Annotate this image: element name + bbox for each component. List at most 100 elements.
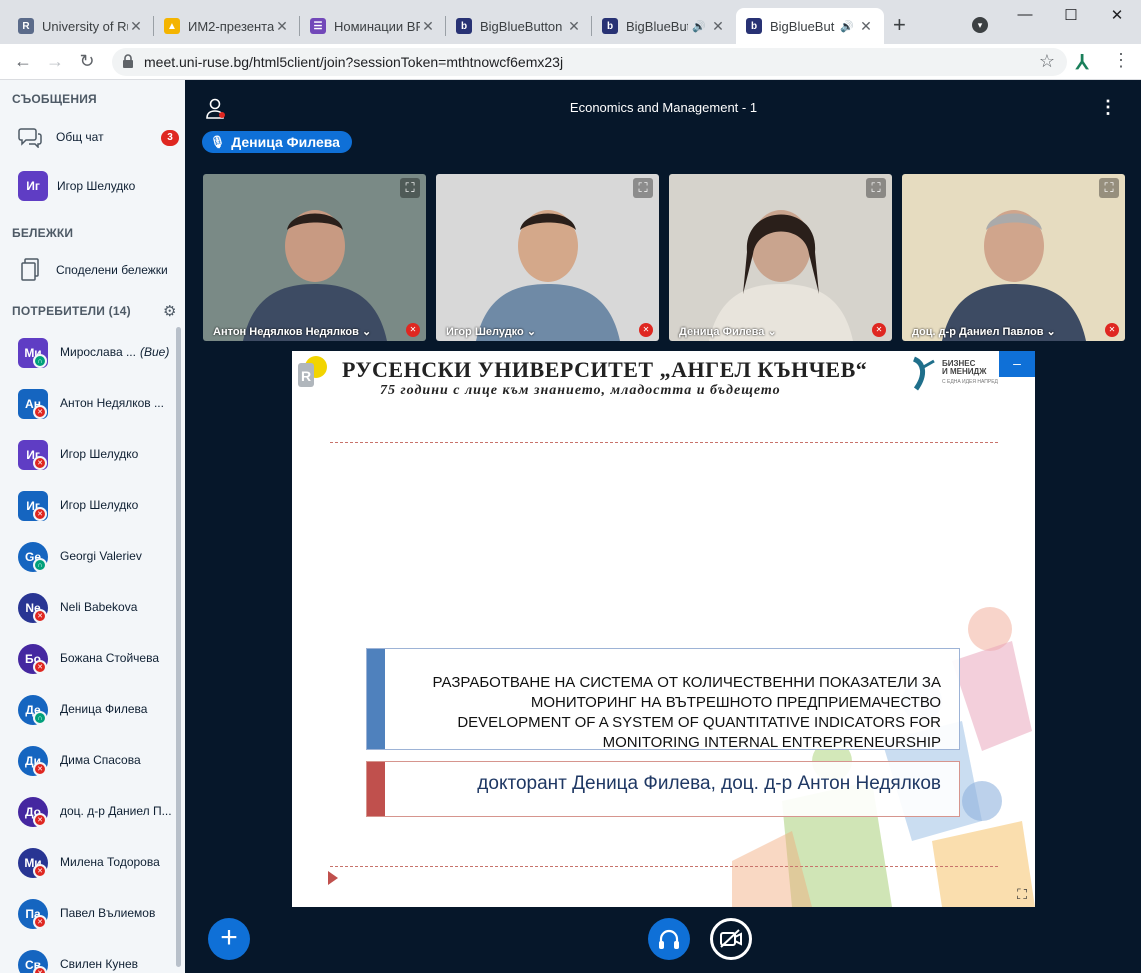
user-list-item[interactable]: Ди ✕ Дима Спасова <box>0 736 180 787</box>
forward-icon[interactable]: → <box>44 51 66 72</box>
speaker-icon[interactable]: 🔊 <box>692 20 706 33</box>
camera-off-icon <box>720 929 742 948</box>
address-bar: ← → ↻ meet.uni-ruse.bg/html5client/join?… <box>0 44 1141 80</box>
close-window-icon[interactable]: ✕ <box>1107 6 1127 24</box>
title-line: DEVELOPMENT OF A SYSTEM OF QUANTITATIVE … <box>457 714 941 731</box>
video-user-name[interactable]: Антон Недялков Недялков ⌄ <box>203 321 426 341</box>
muted-mic-icon: ✕ <box>33 915 47 929</box>
unread-badge: 3 <box>161 130 179 146</box>
university-name: РУСЕНСКИ УНИВЕРСИТЕТ „АНГЕЛ КЪНЧЕВ“ <box>342 357 868 382</box>
user-list-item[interactable]: Св✕Свилен Кунев <box>0 940 180 973</box>
browser-tab[interactable]: b BigBlueButton ✕ <box>446 8 592 44</box>
user-name: Божана Стойчева <box>60 651 175 665</box>
close-tab-icon[interactable]: ✕ <box>566 18 582 35</box>
webcam-feed <box>243 210 387 341</box>
fullscreen-icon[interactable]: ⛶ <box>633 178 653 198</box>
chevron-down-icon: ⌄ <box>523 326 537 338</box>
browser-menu-icon[interactable]: ⋮ <box>1112 50 1130 71</box>
tab-search-icon[interactable]: ▾ <box>972 17 988 33</box>
browser-tab[interactable]: b BigBlueBut 🔊 ✕ <box>592 8 736 44</box>
new-tab-button[interactable]: + <box>893 12 906 38</box>
back-icon[interactable]: ← <box>12 51 34 72</box>
minimize-presentation-button[interactable]: – <box>999 351 1035 377</box>
user-list-item[interactable]: Бо ✕ Божана Стойчева <box>0 634 180 685</box>
fullscreen-icon[interactable]: ⛶ <box>866 178 886 198</box>
fullscreen-icon[interactable]: ⛶ <box>1099 178 1119 198</box>
user-name: Дима Спасова <box>60 753 175 767</box>
user-list-item[interactable]: До ✕ доц. д-р Даниел П... <box>0 787 180 838</box>
bookmark-star-icon[interactable]: ☆ <box>1039 51 1055 72</box>
browser-tab[interactable]: R University of Ru ✕ <box>8 8 154 44</box>
user-name: Свилен Кунев <box>60 957 175 971</box>
extension-icon[interactable]: ⅄ <box>1076 50 1088 75</box>
favicon-icon: R <box>18 18 34 34</box>
webcam-feed <box>476 210 620 341</box>
muted-mic-icon: ✕ <box>639 323 653 337</box>
video-tile[interactable]: ⛶ доц. д-р Даниел Павлов ⌄ ✕ <box>902 174 1125 341</box>
video-toggle-button[interactable] <box>710 918 752 960</box>
close-tab-icon[interactable]: ✕ <box>858 18 874 35</box>
minimize-icon[interactable]: — <box>1015 6 1035 23</box>
tab-title: BigBlueBut <box>626 18 689 34</box>
muted-mic-icon: ✕ <box>33 813 47 827</box>
user-list-item[interactable]: Па ✕ Павел Вълиемов <box>0 889 180 940</box>
video-user-name-text: доц. д-р Даниел Павлов <box>912 326 1044 338</box>
university-tagline: 75 години с лице към знанието, младостта… <box>380 383 781 398</box>
chevron-down-icon: ⌄ <box>764 326 777 338</box>
close-tab-icon[interactable]: ✕ <box>420 18 436 35</box>
tab-title: BigBlueButton <box>480 18 563 34</box>
video-user-name[interactable]: Деница Филева ⌄ <box>669 321 892 341</box>
scrollbar[interactable] <box>176 327 181 967</box>
close-tab-icon[interactable]: ✕ <box>274 18 290 35</box>
url-field[interactable]: meet.uni-ruse.bg/html5client/join?sessio… <box>112 48 1067 76</box>
actions-plus-button[interactable]: + <box>208 918 250 960</box>
chevron-down-icon: ⌄ <box>1043 326 1056 338</box>
user-list-item[interactable]: Ne ✕ Neli Babekova <box>0 583 180 634</box>
user-name-text: Neli Babekova <box>60 600 138 614</box>
listen-only-icon: ∩ <box>33 558 47 572</box>
browser-tab[interactable]: ▲ ИМ2-презента ✕ <box>154 8 300 44</box>
url-text: meet.uni-ruse.bg/html5client/join?sessio… <box>144 54 564 70</box>
user-list-item[interactable]: Ми ✕ Милена Тодорова <box>0 838 180 889</box>
you-label: (Вие) <box>139 345 170 359</box>
private-chat-item[interactable]: Иг Игор Шелудко <box>0 163 185 209</box>
svg-text:R: R <box>301 368 311 384</box>
listen-only-icon: ∩ <box>33 354 47 368</box>
user-list-item[interactable]: Ан ✕ Антон Недялков ... <box>0 379 180 430</box>
user-name-text: Игор Шелудко <box>60 447 139 461</box>
maximize-icon[interactable]: ☐ <box>1061 6 1081 24</box>
user-list-item[interactable]: Ge ∩ Georgi Valeriev <box>0 532 180 583</box>
user-list-item[interactable]: Ми ∩ Мирослава ... (Вие) <box>0 328 180 379</box>
user-list-item[interactable]: Иг ✕ Игор Шелудко <box>0 430 180 481</box>
lock-icon <box>123 54 133 68</box>
arrow-icon <box>328 871 338 885</box>
tab-title: BigBlueBut <box>770 18 835 34</box>
shared-notes-item[interactable]: Споделени бележки <box>0 247 185 293</box>
muted-mic-icon: ✕ <box>872 323 886 337</box>
brand-line-2: И МЕНИДЖ <box>942 367 987 376</box>
user-list-item[interactable]: Иг ✕ Игор Шелудко <box>0 481 180 532</box>
video-user-name[interactable]: Игор Шелудко ⌄ <box>436 321 659 341</box>
video-tile[interactable]: ⛶ Деница Филева ⌄ ✕ <box>669 174 892 341</box>
speaker-icon[interactable]: 🔊 <box>840 20 854 33</box>
title-line: MONITORING INTERNAL ENTREPRENEURSHIP <box>602 734 941 751</box>
fullscreen-icon[interactable]: ⛶ <box>400 178 420 198</box>
user-name: Антон Недялков ... <box>60 396 175 410</box>
options-menu-icon[interactable]: ⋮ <box>1099 97 1117 118</box>
video-tile[interactable]: ⛶ Игор Шелудко ⌄ ✕ <box>436 174 659 341</box>
favicon-icon: b <box>746 18 762 34</box>
audio-button[interactable] <box>648 918 690 960</box>
public-chat-item[interactable]: Общ чат 3 <box>0 114 185 160</box>
browser-tab[interactable]: ☰ Номинации BP ✕ <box>300 8 446 44</box>
close-tab-icon[interactable]: ✕ <box>128 18 144 35</box>
user-name: Павел Вълиемов <box>60 906 175 920</box>
video-user-name[interactable]: доц. д-р Даниел Павлов ⌄ <box>902 321 1125 341</box>
user-list-item[interactable]: Де ∩ Деница Филева <box>0 685 180 736</box>
close-tab-icon[interactable]: ✕ <box>710 18 726 35</box>
browser-tab[interactable]: b BigBlueBut 🔊 ✕ <box>736 8 884 44</box>
fullscreen-icon[interactable]: ⛶ <box>1011 883 1033 905</box>
gear-icon[interactable]: ⚙ <box>163 302 176 320</box>
video-tile[interactable]: ⛶ Антон Недялков Недялков ⌄ ✕ <box>203 174 426 341</box>
meeting-area: Economics and Management - 1 ⋮ 🎙 Деница … <box>186 80 1141 973</box>
reload-icon[interactable]: ↻ <box>76 51 98 72</box>
